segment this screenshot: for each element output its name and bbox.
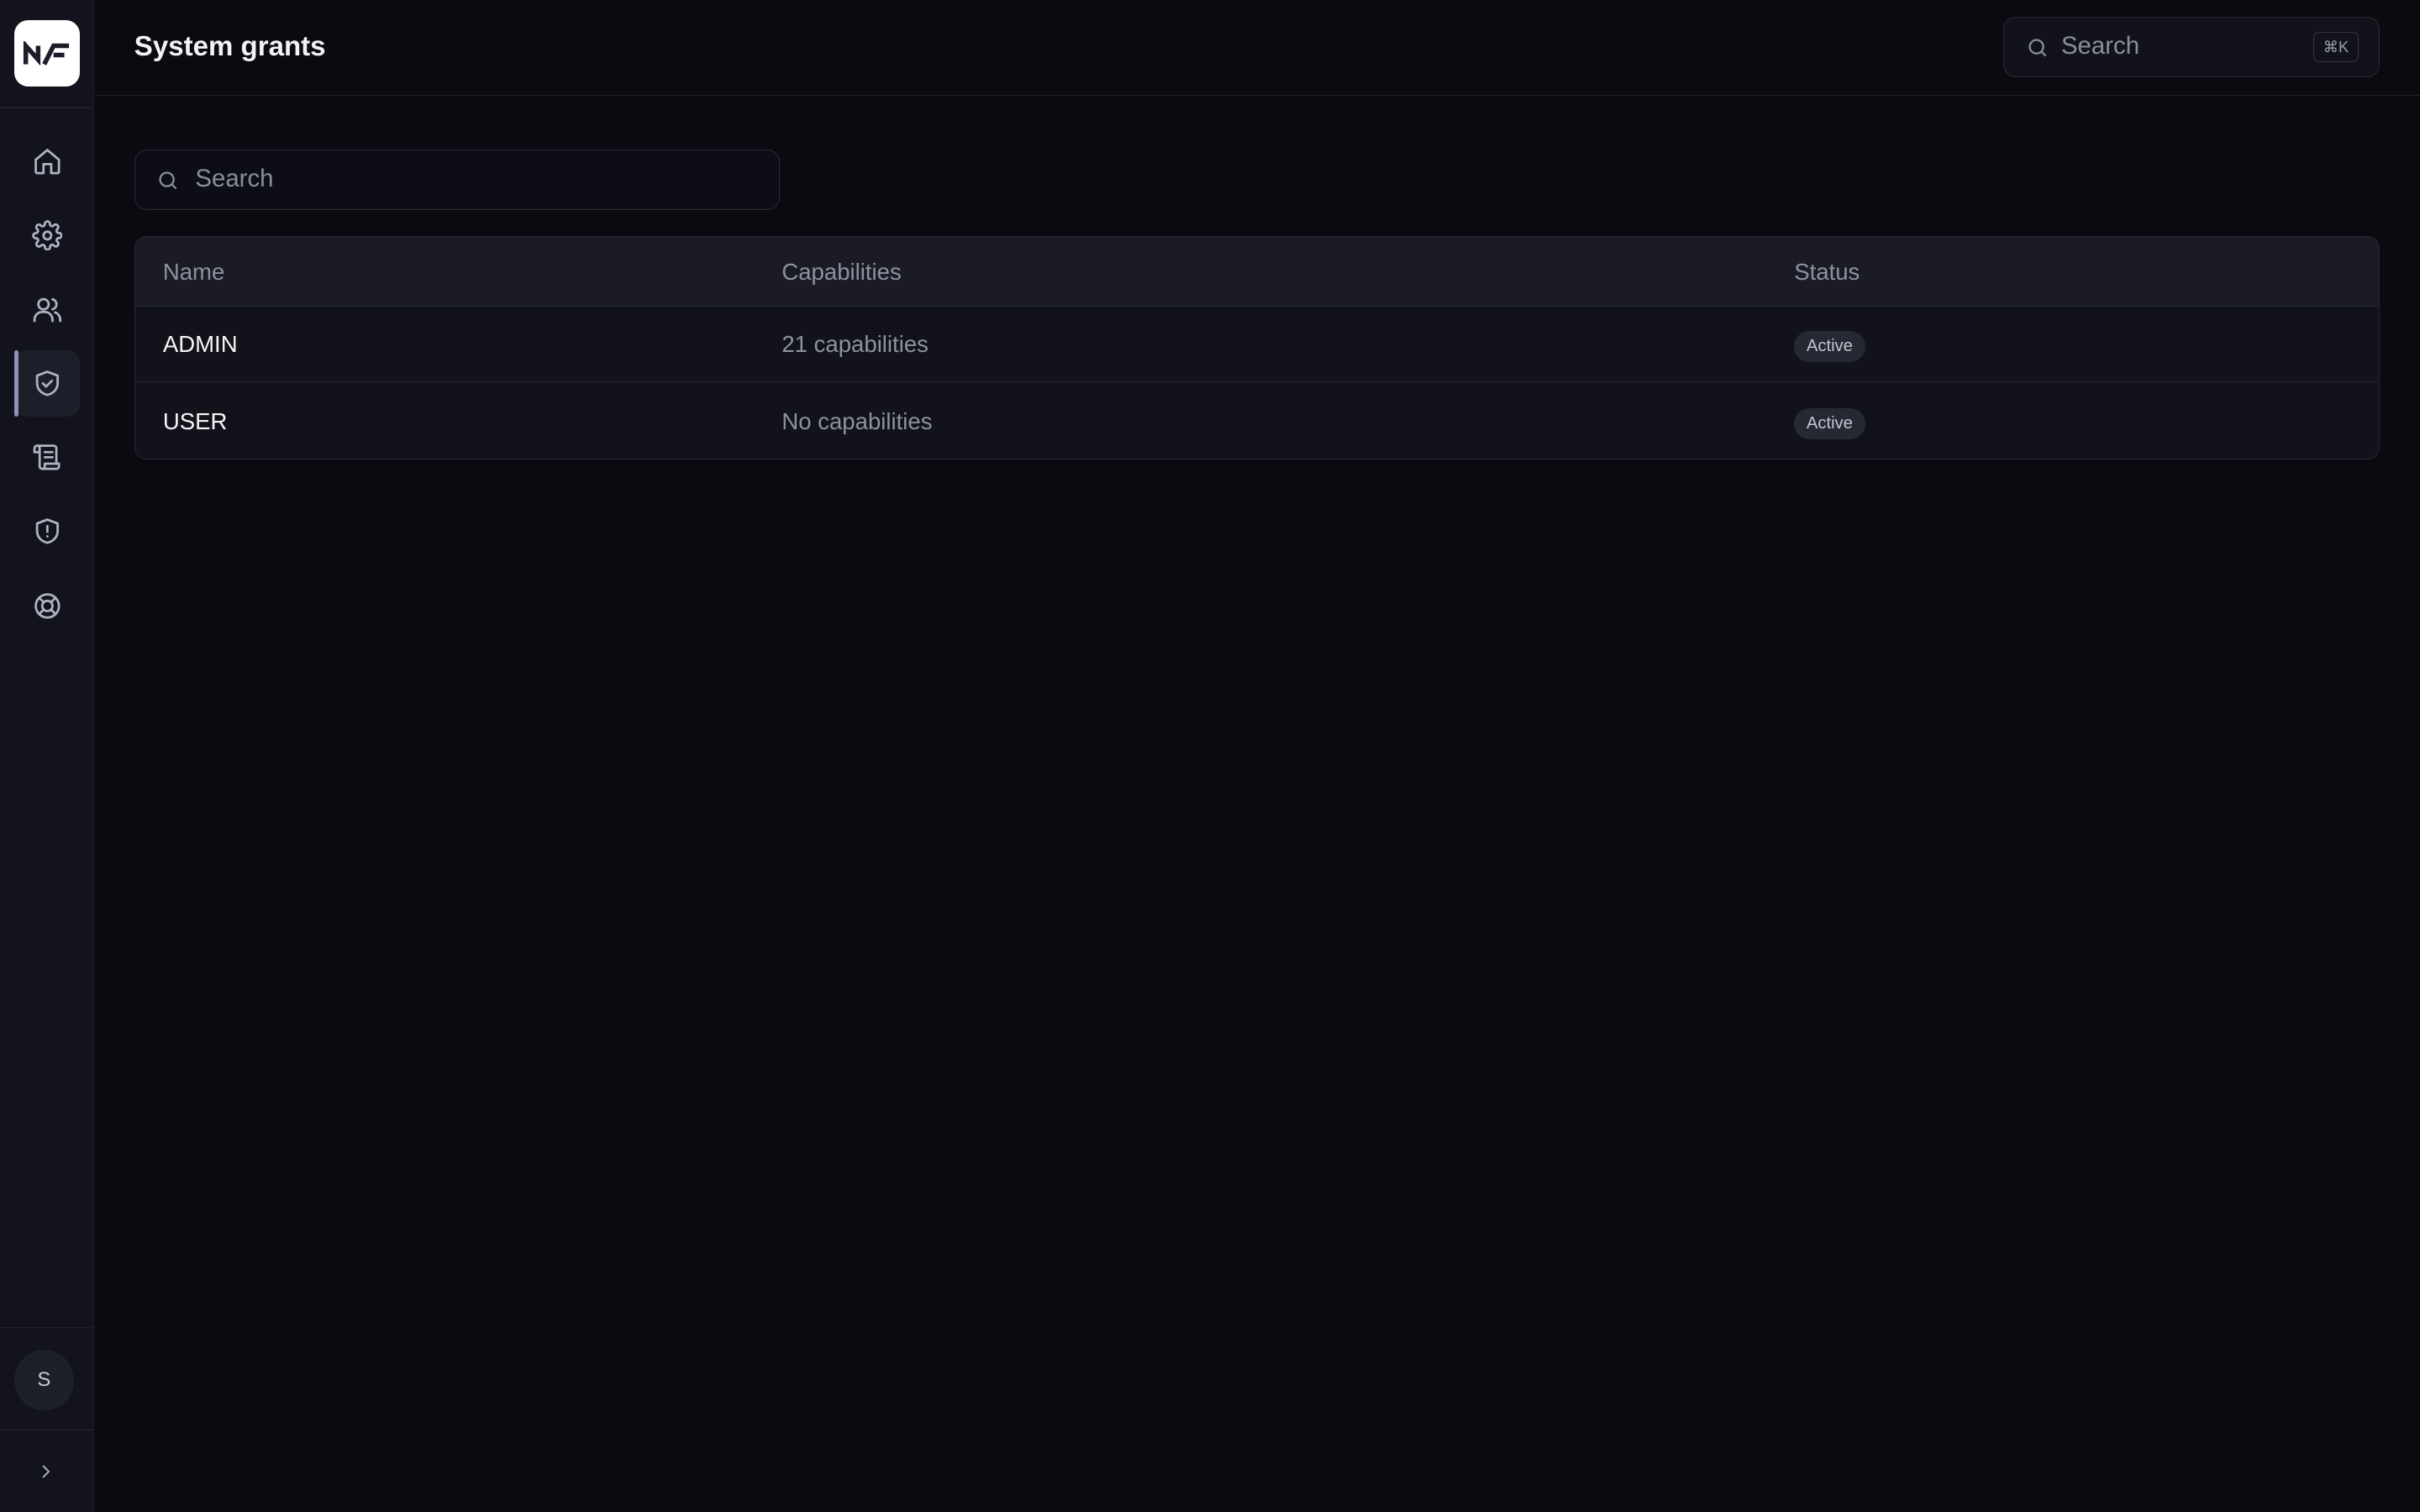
sidebar-item-home[interactable]	[14, 128, 81, 194]
sidebar-item-grants[interactable]	[13, 349, 81, 417]
table-search[interactable]	[134, 150, 780, 210]
search-icon	[2026, 36, 2049, 60]
top-header: System grants ⌘K	[94, 0, 2420, 96]
table-search-input[interactable]	[195, 150, 751, 208]
sidebar-item-support[interactable]	[14, 572, 81, 638]
global-search[interactable]: ⌘K	[2003, 17, 2381, 77]
shield-check-icon	[35, 370, 59, 396]
lifebuoy-icon	[34, 592, 60, 619]
column-header-capabilities[interactable]: Capabilities	[781, 259, 901, 286]
column-header-name[interactable]: Name	[163, 259, 224, 286]
sidebar-expand-button[interactable]	[31, 1457, 62, 1488]
grant-capabilities: 21 capabilities	[781, 331, 929, 358]
global-search-input[interactable]	[2060, 18, 2308, 76]
scroll-icon	[33, 444, 60, 470]
app-logo[interactable]	[13, 19, 81, 87]
sidebar-item-alerts[interactable]	[14, 498, 81, 564]
table-row[interactable]: USER No capabilities Active	[135, 383, 2379, 459]
status-badge: Active	[1794, 407, 1865, 439]
grant-name: USER	[162, 407, 228, 434]
sidebar-divider	[0, 1428, 95, 1431]
status-badge: Active	[1794, 331, 1865, 362]
home-icon	[34, 148, 60, 175]
active-indicator	[13, 349, 19, 417]
gear-icon	[31, 219, 63, 251]
table-header: Name Capabilities Status	[134, 237, 2380, 307]
sidebar-divider	[0, 106, 95, 108]
grants-table: Name Capabilities Status ADMIN 21 capabi…	[134, 236, 2381, 460]
sidebar-item-logs[interactable]	[14, 424, 81, 491]
sidebar: S	[0, 0, 95, 1512]
sidebar-divider	[0, 1326, 95, 1329]
search-icon	[156, 169, 180, 192]
shield-alert-icon	[35, 518, 59, 544]
avatar[interactable]: S	[13, 1350, 75, 1410]
page-title: System grants	[134, 30, 326, 62]
sidebar-item-users[interactable]	[14, 276, 81, 343]
column-header-status[interactable]: Status	[1794, 259, 1860, 286]
grant-capabilities: No capabilities	[781, 407, 933, 434]
app-root: S System grants ⌘K Name Capabilities Sta…	[0, 0, 2420, 1512]
grant-name: ADMIN	[162, 331, 238, 358]
table-row[interactable]: ADMIN 21 capabilities Active	[134, 307, 2380, 382]
users-icon	[33, 297, 61, 323]
shortcut-badge: ⌘K	[2312, 31, 2360, 63]
chevron-right-icon	[42, 1465, 50, 1478]
sidebar-item-settings[interactable]	[14, 202, 81, 269]
logo-mark	[23, 40, 69, 66]
